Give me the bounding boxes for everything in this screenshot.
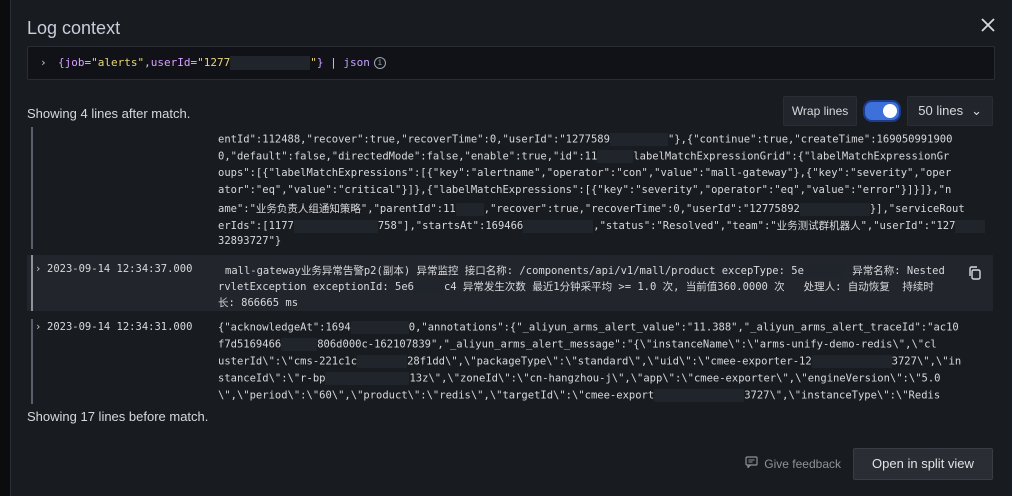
log-line: 32893727"} xyxy=(218,235,282,247)
log-line: mall-gateway业务异常告警p2(副本) 异常监控 接口名称: /com… xyxy=(225,264,945,278)
chevron-right-icon[interactable]: › xyxy=(35,263,41,275)
log-line: \",\"period\":\"60\",\"product\":\"redis… xyxy=(218,389,941,402)
level-bar xyxy=(31,319,33,404)
log-list: entId":112488,"recover":true,"recoverTim… xyxy=(27,127,993,404)
log-line: 0,"default":false,"directedMode":false,"… xyxy=(218,150,950,163)
log-line: {"acknowledgeAt":1694 0,"annotations":{"_… xyxy=(218,321,959,334)
query-display[interactable]: › {job="alerts",userId="1277 "} | json i xyxy=(27,46,995,80)
log-line: erIds":[1177 758"],"startsAt":169466 ,"sta… xyxy=(218,218,986,233)
open-split-view-button[interactable]: Open in split view xyxy=(853,448,993,480)
lines-select-value: 50 lines xyxy=(918,103,964,118)
copy-icon[interactable] xyxy=(967,265,983,281)
log-line: 长: 866665 ms xyxy=(218,297,299,309)
log-timestamp: 2023-09-14 12:34:31.000 xyxy=(47,321,193,333)
lines-select[interactable]: 50 lines ⌄ xyxy=(907,96,993,126)
level-bar xyxy=(31,255,33,311)
give-feedback-label: Give feedback xyxy=(764,456,841,471)
log-line: entId":112488,"recover":true,"recoverTim… xyxy=(218,133,953,146)
log-line: oups":[{"labelMatchExpressions":[{"key":… xyxy=(218,167,952,179)
controls-bar: Wrap lines 50 lines ⌄ xyxy=(782,96,993,126)
log-line: rvletException exceptionId: 5e6 c4 异常发生次数… xyxy=(218,280,934,294)
chevron-right-icon: › xyxy=(40,56,47,69)
log-entry-highlighted[interactable]: › 2023-09-14 12:34:37.000 mall-gateway业务… xyxy=(27,255,993,311)
log-context-dialog: Log context › {job="alerts",userId="1277… xyxy=(10,0,1012,496)
before-match-text: Showing 17 lines before match. xyxy=(27,409,209,424)
dialog-footer: Give feedback Open in split view xyxy=(11,444,1012,484)
close-icon[interactable] xyxy=(977,14,999,36)
log-entry[interactable]: › 2023-09-14 12:34:31.000 {"acknowledgeA… xyxy=(27,319,993,404)
query-text: {job="alerts",userId="1277 "} | json i xyxy=(58,47,386,79)
log-line: ator":"eq","value":"critical"}]},{"label… xyxy=(218,184,952,196)
after-match-text: Showing 4 lines after match. xyxy=(27,106,191,121)
comment-icon xyxy=(745,456,758,471)
info-icon[interactable]: i xyxy=(373,57,386,69)
chevron-down-icon: ⌄ xyxy=(971,103,982,118)
dialog-title: Log context xyxy=(27,18,121,38)
log-line: ame":"业务负责人组通知策略","parentId":11 ,"recover… xyxy=(218,202,965,216)
log-line: f7d5169466 806d000c-162107839","_aliyun_a… xyxy=(218,338,937,351)
log-timestamp: 2023-09-14 12:34:37.000 xyxy=(47,263,193,275)
log-line: stanceId\":\"r-bp 13z\",\"zoneId\":\"cn-h… xyxy=(218,372,941,385)
wrap-lines-toggle[interactable] xyxy=(863,100,902,122)
level-bar xyxy=(31,127,33,249)
give-feedback-link[interactable]: Give feedback xyxy=(745,456,841,471)
log-entry[interactable]: entId":112488,"recover":true,"recoverTim… xyxy=(27,127,993,249)
background-page xyxy=(0,0,10,496)
log-line: usterId\":\"cms-221c1c 28f1dd\",\"package… xyxy=(218,355,962,368)
chevron-right-icon[interactable]: › xyxy=(35,321,41,333)
redacted-block xyxy=(230,56,311,70)
wrap-lines-label: Wrap lines xyxy=(782,96,858,126)
